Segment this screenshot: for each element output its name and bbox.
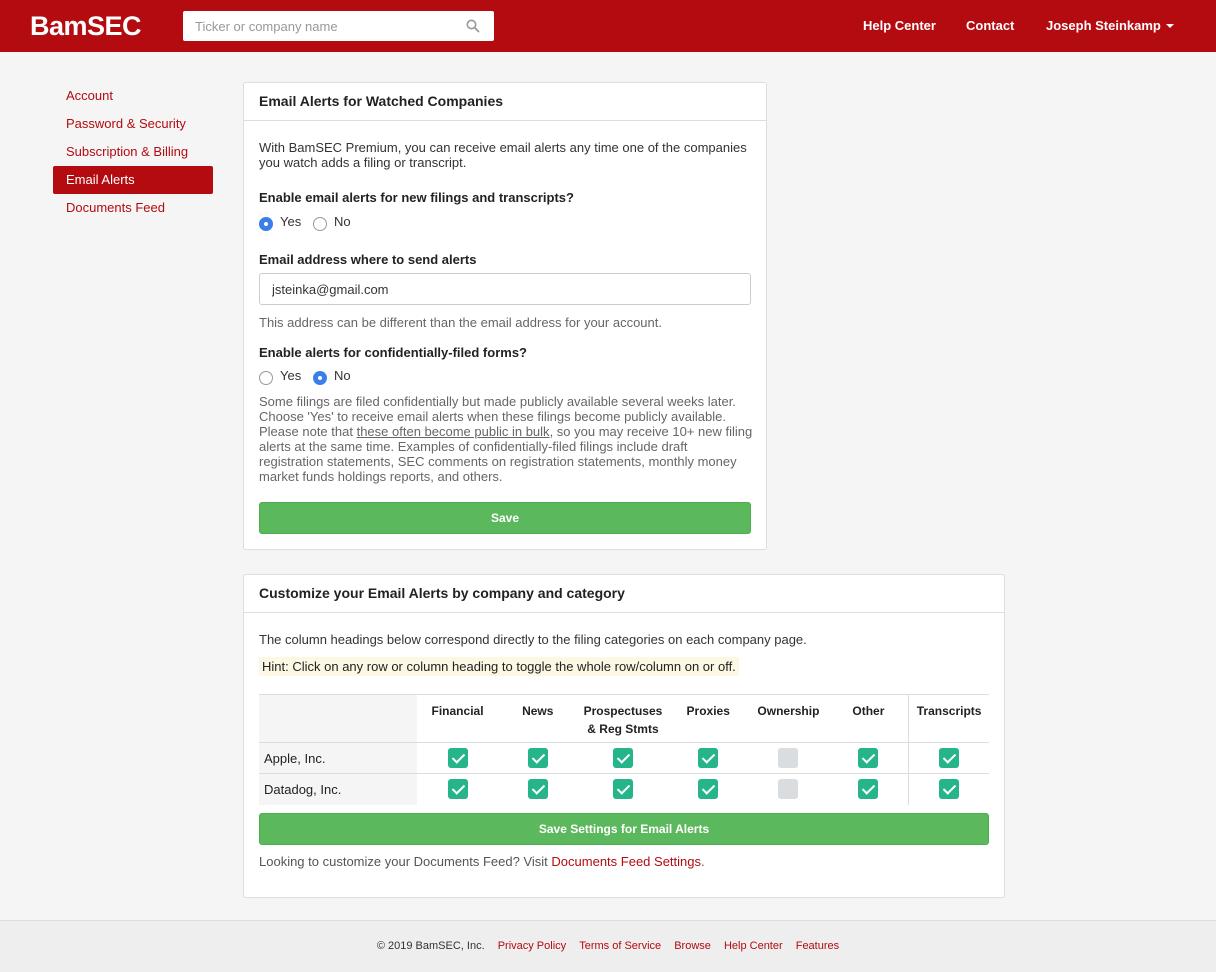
confidential-no-radio[interactable]: [313, 371, 327, 385]
email-help-text: This address can be different than the e…: [259, 315, 662, 330]
checkbox-cell: [908, 742, 989, 774]
checkbox-cell: [748, 773, 829, 805]
checkbox-cell: [497, 773, 578, 805]
enable-alerts-yes-label: Yes: [280, 214, 302, 229]
company-name-cell[interactable]: Apple, Inc.: [259, 742, 418, 774]
news-checkbox[interactable]: [527, 748, 548, 768]
checkbox-cell: [497, 742, 578, 774]
transcripts-checkbox[interactable]: [939, 748, 960, 768]
financial-checkbox[interactable]: [447, 779, 468, 800]
column-header-proxies[interactable]: Proxies: [668, 694, 749, 743]
checkbox-cell: [668, 773, 749, 805]
footer-links: © 2019 BamSEC, Inc. Privacy Policy Terms…: [0, 940, 1216, 952]
documents-feed-note: Looking to customize your Documents Feed…: [259, 854, 705, 869]
search-icon[interactable]: [466, 19, 480, 33]
table-row: Datadog, Inc.: [259, 773, 989, 805]
confidential-no-label: No: [334, 368, 351, 383]
search-input[interactable]: [183, 11, 453, 41]
email-alerts-panel: Email Alerts for Watched Companies With …: [243, 82, 767, 550]
footer-privacy-policy-link[interactable]: Privacy Policy: [498, 940, 566, 952]
proxies-checkbox[interactable]: [698, 748, 719, 768]
other-checkbox[interactable]: [858, 779, 879, 800]
checkbox-cell: [748, 742, 829, 774]
customize-alerts-panel: Customize your Email Alerts by company a…: [243, 574, 1005, 898]
enable-alerts-label: Enable email alerts for new filings and …: [259, 190, 574, 205]
checkbox-cell: [668, 742, 749, 774]
bamsec-logo[interactable]: BamSEC: [30, 11, 142, 42]
email-alerts-panel-title: Email Alerts for Watched Companies: [244, 83, 766, 121]
alert-email-field[interactable]: [259, 273, 751, 305]
help-center-link[interactable]: Help Center: [863, 18, 936, 33]
column-header-prospectuses[interactable]: Prospectuses & Reg Stmts: [577, 694, 669, 743]
column-header-other[interactable]: Other: [828, 694, 909, 743]
footer-help-center-link[interactable]: Help Center: [724, 940, 783, 952]
prospectuses-line1: Prospectuses: [583, 704, 663, 718]
transcripts-checkbox[interactable]: [939, 779, 960, 800]
bulk-public-link[interactable]: these often become public in bulk: [357, 424, 550, 439]
sidebar-item-password-security[interactable]: Password & Security: [53, 110, 213, 138]
contact-link[interactable]: Contact: [966, 18, 1014, 33]
search-box: [183, 11, 494, 41]
ownership-checkbox[interactable]: [778, 748, 799, 768]
enable-alerts-no-radio[interactable]: [313, 217, 327, 231]
email-address-label: Email address where to send alerts: [259, 252, 477, 267]
toggle-hint: Hint: Click on any row or column heading…: [259, 657, 739, 676]
enable-alerts-yes-radio[interactable]: [259, 217, 273, 231]
checkbox-cell: [828, 742, 909, 774]
checkbox-cell: [417, 742, 498, 774]
checkbox-cell: [577, 742, 669, 774]
company-column-header: [259, 694, 418, 743]
user-menu[interactable]: Joseph Steinkamp: [1046, 18, 1174, 33]
footer-copyright: © 2019 BamSEC, Inc.: [376, 940, 485, 952]
sidebar-item-documents-feed[interactable]: Documents Feed: [53, 194, 213, 222]
prospectuses-checkbox[interactable]: [612, 748, 633, 768]
customize-panel-title: Customize your Email Alerts by company a…: [244, 575, 1004, 613]
confidential-alerts-label: Enable alerts for confidentially-filed f…: [259, 345, 527, 360]
confidential-help-text: Some filings are filed confidentially bu…: [259, 394, 754, 484]
sidebar-item-subscription-billing[interactable]: Subscription & Billing: [53, 138, 213, 166]
other-checkbox[interactable]: [858, 748, 879, 768]
customize-intro-text: The column headings below correspond dir…: [259, 632, 807, 647]
column-header-transcripts[interactable]: Transcripts: [908, 694, 989, 743]
caret-down-icon: [1165, 24, 1174, 28]
company-name-cell[interactable]: Datadog, Inc.: [259, 773, 418, 805]
checkbox-cell: [417, 773, 498, 805]
checkbox-cell: [828, 773, 909, 805]
news-checkbox[interactable]: [527, 779, 548, 800]
column-header-financial[interactable]: Financial: [417, 694, 498, 743]
enable-alerts-no-label: No: [334, 214, 351, 229]
save-email-alert-settings-button[interactable]: Save Settings for Email Alerts: [259, 813, 989, 845]
column-header-ownership[interactable]: Ownership: [748, 694, 829, 743]
top-navbar: BamSEC Help Center Contact Joseph Steink…: [0, 0, 1216, 52]
confidential-yes-radio[interactable]: [259, 371, 273, 385]
prospectuses-checkbox[interactable]: [612, 779, 633, 800]
confidential-yes-label: Yes: [280, 368, 302, 383]
footer-terms-link[interactable]: Terms of Service: [579, 940, 661, 952]
financial-checkbox[interactable]: [447, 748, 468, 768]
proxies-checkbox[interactable]: [698, 779, 719, 800]
sidebar-item-account[interactable]: Account: [53, 82, 213, 110]
sidebar-item-email-alerts[interactable]: Email Alerts: [53, 166, 213, 194]
footer-features-link[interactable]: Features: [796, 940, 839, 952]
documents-feed-settings-link[interactable]: Documents Feed Settings: [551, 854, 701, 869]
checkbox-cell: [908, 773, 989, 805]
ownership-checkbox[interactable]: [778, 779, 799, 800]
table-row: Apple, Inc.: [259, 742, 989, 774]
user-name: Joseph Steinkamp: [1046, 18, 1161, 33]
prospectuses-line2: & Reg Stmts: [587, 722, 659, 736]
documents-feed-note-period: .: [701, 854, 705, 869]
checkbox-cell: [577, 773, 669, 805]
column-header-news[interactable]: News: [497, 694, 578, 743]
footer-browse-link[interactable]: Browse: [674, 940, 711, 952]
documents-feed-note-text: Looking to customize your Documents Feed…: [259, 854, 548, 869]
settings-sidebar: Account Password & Security Subscription…: [53, 82, 213, 222]
page-footer: © 2019 BamSEC, Inc. Privacy Policy Terms…: [0, 920, 1216, 972]
alerts-intro-text: With BamSEC Premium, you can receive ema…: [259, 140, 747, 170]
alerts-category-table: Financial News Prospectuses & Reg Stmts P…: [259, 694, 989, 805]
save-button[interactable]: Save: [259, 502, 751, 534]
alerts-table-body: Apple, Inc. Datadog, Inc.: [259, 742, 989, 805]
